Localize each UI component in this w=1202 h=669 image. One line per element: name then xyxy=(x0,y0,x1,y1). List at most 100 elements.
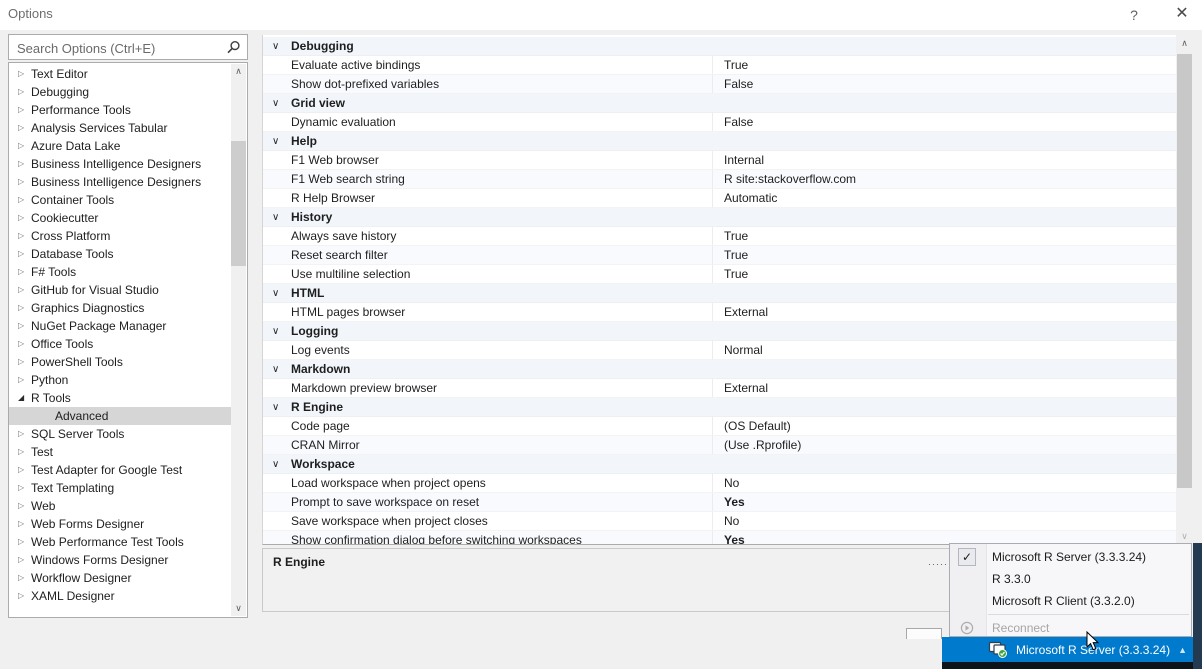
setting-value[interactable]: Automatic xyxy=(712,189,1176,207)
sidebar-item-web[interactable]: ▷ Web xyxy=(9,497,231,515)
setting-value[interactable]: R site:stackoverflow.com xyxy=(712,170,1176,188)
settings-row-dynamic-evaluation[interactable]: Dynamic evaluation False xyxy=(263,113,1176,132)
menu-item-microsoft-r-server-3-3-3-24[interactable]: ✓ Microsoft R Server (3.3.3.24) xyxy=(950,546,1191,568)
sidebar-item-python[interactable]: ▷ Python xyxy=(9,371,231,389)
help-icon[interactable]: ? xyxy=(1122,5,1146,25)
sidebar-item-r-tools[interactable]: ◢ R Tools xyxy=(9,389,231,407)
sidebar-item-office-tools[interactable]: ▷ Office Tools xyxy=(9,335,231,353)
expander-collapsed-icon[interactable]: ▷ xyxy=(18,191,24,209)
expander-collapsed-icon[interactable]: ▷ xyxy=(18,533,24,551)
sidebar-item-workflow-designer[interactable]: ▷ Workflow Designer xyxy=(9,569,231,587)
settings-row-f1-web-search-string[interactable]: F1 Web search string R site:stackoverflow… xyxy=(263,170,1176,189)
settings-row-markdown-preview-browser[interactable]: Markdown preview browser External xyxy=(263,379,1176,398)
expander-collapsed-icon[interactable]: ▷ xyxy=(18,371,24,389)
sidebar-item-advanced[interactable]: Advanced xyxy=(9,407,231,425)
expander-collapsed-icon[interactable]: ▷ xyxy=(18,497,24,515)
sidebar-scrollbar[interactable]: ∧ ∨ xyxy=(231,64,246,616)
setting-value[interactable]: False xyxy=(712,113,1176,131)
sidebar-item-text-editor[interactable]: ▷ Text Editor xyxy=(9,65,231,83)
setting-value[interactable]: (OS Default) xyxy=(712,417,1176,435)
expander-collapsed-icon[interactable]: ▷ xyxy=(18,65,24,83)
chevron-down-icon[interactable]: ∨ xyxy=(272,132,279,151)
expander-collapsed-icon[interactable]: ▷ xyxy=(18,443,24,461)
settings-row-use-multiline-selection[interactable]: Use multiline selection True xyxy=(263,265,1176,284)
sidebar-item-xaml-designer[interactable]: ▷ XAML Designer xyxy=(9,587,231,605)
settings-scrollbar[interactable]: ∧ ∨ xyxy=(1176,35,1193,545)
chevron-down-icon[interactable]: ∨ xyxy=(272,208,279,227)
chevron-down-icon[interactable]: ∨ xyxy=(272,360,279,379)
expander-collapsed-icon[interactable]: ▷ xyxy=(18,587,24,605)
settings-category-markdown[interactable]: ∨ Markdown xyxy=(263,360,1176,379)
setting-value[interactable]: True xyxy=(712,56,1176,74)
sidebar-item-powershell-tools[interactable]: ▷ PowerShell Tools xyxy=(9,353,231,371)
search-icon[interactable] xyxy=(226,40,241,55)
expander-collapsed-icon[interactable]: ▷ xyxy=(18,281,24,299)
settings-row-save-workspace-when-project-closes[interactable]: Save workspace when project closes No xyxy=(263,512,1176,531)
settings-row-always-save-history[interactable]: Always save history True xyxy=(263,227,1176,246)
sidebar-item-test-adapter-for-google-test[interactable]: ▷ Test Adapter for Google Test xyxy=(9,461,231,479)
scroll-up-icon[interactable]: ∧ xyxy=(231,64,246,79)
expander-collapsed-icon[interactable]: ▷ xyxy=(18,263,24,281)
expander-collapsed-icon[interactable]: ▷ xyxy=(18,173,24,191)
settings-row-html-pages-browser[interactable]: HTML pages browser External xyxy=(263,303,1176,322)
settings-category-help[interactable]: ∨ Help xyxy=(263,132,1176,151)
expander-collapsed-icon[interactable]: ▷ xyxy=(18,83,24,101)
menu-item-r-3-3-0[interactable]: R 3.3.0 xyxy=(950,568,1191,590)
expander-collapsed-icon[interactable]: ▷ xyxy=(18,335,24,353)
setting-value[interactable]: False xyxy=(712,75,1176,93)
expander-collapsed-icon[interactable]: ▷ xyxy=(18,515,24,533)
settings-row-cran-mirror[interactable]: CRAN Mirror (Use .Rprofile) xyxy=(263,436,1176,455)
chevron-down-icon[interactable]: ∨ xyxy=(272,398,279,417)
chevron-down-icon[interactable]: ∨ xyxy=(272,94,279,113)
setting-value[interactable]: Internal xyxy=(712,151,1176,169)
expander-collapsed-icon[interactable]: ▷ xyxy=(18,425,24,443)
sidebar-item-database-tools[interactable]: ▷ Database Tools xyxy=(9,245,231,263)
expander-collapsed-icon[interactable]: ▷ xyxy=(18,137,24,155)
chevron-down-icon[interactable]: ∨ xyxy=(272,284,279,303)
sidebar-item-f-tools[interactable]: ▷ F# Tools xyxy=(9,263,231,281)
settings-row-show-dot-prefixed-variables[interactable]: Show dot-prefixed variables False xyxy=(263,75,1176,94)
expander-collapsed-icon[interactable]: ▷ xyxy=(18,551,24,569)
search-input[interactable] xyxy=(15,37,219,59)
expander-collapsed-icon[interactable]: ▷ xyxy=(18,479,24,497)
expander-collapsed-icon[interactable]: ▷ xyxy=(18,155,24,173)
settings-row-reset-search-filter[interactable]: Reset search filter True xyxy=(263,246,1176,265)
expander-collapsed-icon[interactable]: ▷ xyxy=(18,461,24,479)
settings-row-r-help-browser[interactable]: R Help Browser Automatic xyxy=(263,189,1176,208)
sidebar-item-text-templating[interactable]: ▷ Text Templating xyxy=(9,479,231,497)
expander-collapsed-icon[interactable]: ▷ xyxy=(18,119,24,137)
sidebar-item-cookiecutter[interactable]: ▷ Cookiecutter xyxy=(9,209,231,227)
setting-value[interactable]: External xyxy=(712,303,1176,321)
settings-category-logging[interactable]: ∨ Logging xyxy=(263,322,1176,341)
setting-value[interactable]: No xyxy=(712,512,1176,530)
expander-expanded-icon[interactable]: ◢ xyxy=(18,389,24,407)
sidebar-item-cross-platform[interactable]: ▷ Cross Platform xyxy=(9,227,231,245)
expander-collapsed-icon[interactable]: ▷ xyxy=(18,245,24,263)
scroll-down-icon[interactable]: ∨ xyxy=(1176,529,1193,544)
sidebar-item-github-for-visual-studio[interactable]: ▷ GitHub for Visual Studio xyxy=(9,281,231,299)
sidebar-item-debugging[interactable]: ▷ Debugging xyxy=(9,83,231,101)
sidebar-item-graphics-diagnostics[interactable]: ▷ Graphics Diagnostics xyxy=(9,299,231,317)
sidebar-item-web-forms-designer[interactable]: ▷ Web Forms Designer xyxy=(9,515,231,533)
sidebar-item-business-intelligence-designers[interactable]: ▷ Business Intelligence Designers xyxy=(9,173,231,191)
expander-collapsed-icon[interactable]: ▷ xyxy=(18,227,24,245)
sidebar-item-sql-server-tools[interactable]: ▷ SQL Server Tools xyxy=(9,425,231,443)
expander-collapsed-icon[interactable]: ▷ xyxy=(18,353,24,371)
menu-item-microsoft-r-client-3-3-2-0[interactable]: Microsoft R Client (3.3.2.0) xyxy=(950,590,1191,612)
settings-category-html[interactable]: ∨ HTML xyxy=(263,284,1176,303)
settings-row-prompt-to-save-workspace-on-reset[interactable]: Prompt to save workspace on reset Yes xyxy=(263,493,1176,512)
settings-row-load-workspace-when-project-opens[interactable]: Load workspace when project opens No xyxy=(263,474,1176,493)
chevron-down-icon[interactable]: ∨ xyxy=(272,37,279,56)
settings-category-r-engine[interactable]: ∨ R Engine xyxy=(263,398,1176,417)
chevron-down-icon[interactable]: ∨ xyxy=(272,455,279,474)
settings-row-evaluate-active-bindings[interactable]: Evaluate active bindings True xyxy=(263,56,1176,75)
settings-category-history[interactable]: ∨ History xyxy=(263,208,1176,227)
chevron-up-icon[interactable]: ▲ xyxy=(1178,645,1187,655)
scrollbar-thumb[interactable] xyxy=(231,141,246,266)
expander-collapsed-icon[interactable]: ▷ xyxy=(18,101,24,119)
sidebar-item-performance-tools[interactable]: ▷ Performance Tools xyxy=(9,101,231,119)
scroll-up-icon[interactable]: ∧ xyxy=(1176,36,1193,51)
scroll-down-icon[interactable]: ∨ xyxy=(231,601,246,616)
status-bar[interactable]: Microsoft R Server (3.3.3.24) ▲ xyxy=(942,637,1193,662)
close-icon[interactable]: ✕ xyxy=(1168,3,1196,25)
